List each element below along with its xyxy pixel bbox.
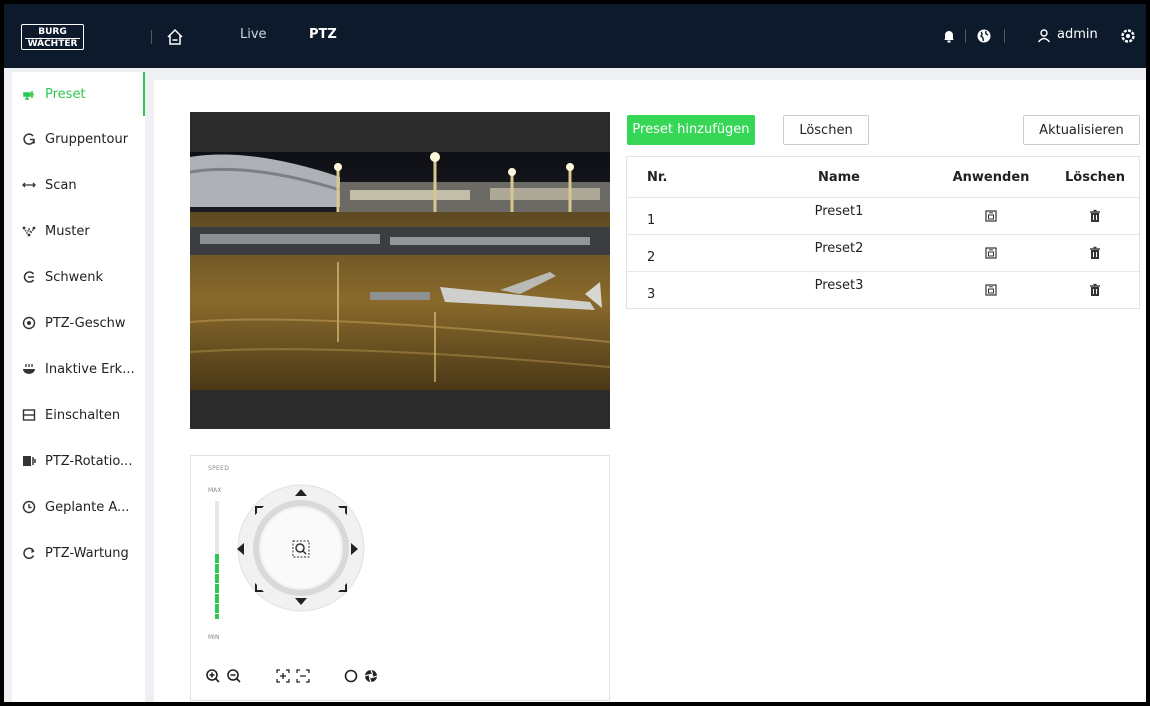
- focus-far-icon[interactable]: [295, 668, 311, 684]
- sidebar-item-schwenk[interactable]: Schwenk: [12, 254, 145, 300]
- preset-icon: [23, 91, 34, 100]
- divider: [1004, 29, 1005, 43]
- delete-preset-icon[interactable]: [1088, 283, 1102, 297]
- bell-icon[interactable]: [941, 28, 957, 44]
- speed-slider-fill: [215, 554, 219, 619]
- table-row[interactable]: 2 Preset2: [627, 234, 1139, 271]
- pan-right-icon[interactable]: [349, 541, 361, 557]
- zoom-in-icon[interactable]: [205, 668, 221, 684]
- sidebar-item-label: Gruppentour: [45, 131, 129, 147]
- sidebar-item-einschalten[interactable]: Einschalten: [12, 392, 145, 438]
- refresh-button[interactable]: Aktualisieren: [1023, 115, 1140, 145]
- ptz-control-panel: SPEED MAX MIN: [190, 455, 610, 701]
- rotation-icon: [23, 456, 36, 466]
- pan-left-icon[interactable]: [234, 541, 246, 557]
- focus-near-icon[interactable]: [275, 668, 291, 684]
- camera-image: [190, 112, 610, 429]
- sidebar-item-ptz-wartung[interactable]: PTZ-Wartung: [12, 530, 145, 576]
- scan-icon: [22, 182, 36, 188]
- sidebar-item-label: Einschalten: [45, 407, 121, 423]
- add-preset-button[interactable]: Preset hinzufügen: [627, 115, 755, 145]
- pattern-icon: [22, 226, 36, 237]
- iris-open-icon[interactable]: [343, 668, 359, 684]
- sidebar-item-label: Scan: [45, 177, 77, 193]
- pan-down-icon[interactable]: [293, 596, 309, 608]
- sidebar-item-ptz-geschw[interactable]: PTZ-Geschw: [12, 300, 145, 346]
- tour-icon: [23, 133, 35, 145]
- pan-down-right-icon[interactable]: [335, 580, 349, 594]
- sidebar-item-geplante-a[interactable]: Geplante A...: [12, 484, 145, 530]
- speed-max-label: MAX: [208, 487, 222, 494]
- user-icon[interactable]: [1036, 28, 1052, 44]
- speed-icon: [22, 316, 36, 330]
- main-panel: SPEED MAX MIN Preset hinzufügen Löschen …: [154, 80, 1146, 702]
- sidebar-item-ptz-rotation[interactable]: PTZ-Rotatio...: [12, 438, 145, 484]
- column-header-delete: Löschen: [1065, 169, 1125, 185]
- row-nr: 1: [647, 212, 656, 228]
- apply-preset-icon[interactable]: [984, 283, 998, 297]
- delete-button[interactable]: Löschen: [783, 115, 869, 145]
- sidebar-item-inaktive-erk[interactable]: Inaktive Erk...: [12, 346, 145, 392]
- home-icon[interactable]: [166, 28, 184, 46]
- idle-icon: [23, 364, 35, 374]
- pan-up-icon[interactable]: [293, 486, 309, 498]
- sidebar-item-label: PTZ-Wartung: [45, 545, 129, 561]
- nav-ptz[interactable]: PTZ: [309, 27, 337, 42]
- column-header-name: Name: [817, 169, 860, 185]
- sidebar-item-gruppentour[interactable]: Gruppentour: [12, 116, 145, 162]
- table-row[interactable]: 1 Preset1: [627, 197, 1139, 234]
- row-name: Preset1: [814, 203, 864, 219]
- table-row[interactable]: 3 Preset3: [627, 271, 1139, 308]
- burg-waechter-logo: BURG WÄCHTER: [21, 24, 84, 50]
- row-nr: 3: [647, 286, 656, 302]
- ptz-center-zoom-icon[interactable]: [291, 539, 311, 559]
- app-frame: BURG WÄCHTER Live PTZ admin Preset Grupp…: [4, 4, 1146, 702]
- table-header: Nr. Name Anwenden Löschen: [627, 157, 1139, 197]
- logo-bottom-text: WÄCHTER: [25, 38, 80, 50]
- row-nr: 2: [647, 249, 656, 265]
- sidebar-item-label: Preset: [45, 86, 86, 102]
- pan-up-right-icon[interactable]: [335, 504, 349, 518]
- username[interactable]: admin: [1057, 27, 1098, 42]
- divider: [965, 29, 966, 43]
- iris-close-icon[interactable]: [363, 668, 379, 684]
- camera-live-view[interactable]: [190, 112, 610, 429]
- sidebar-item-label: PTZ-Rotatio...: [45, 453, 133, 469]
- pan-up-left-icon[interactable]: [253, 504, 267, 518]
- sidebar-item-label: PTZ-Geschw: [45, 315, 126, 331]
- zoom-out-icon[interactable]: [226, 668, 242, 684]
- speed-label: SPEED: [208, 465, 230, 472]
- sidebar-item-label: Inaktive Erk...: [45, 361, 135, 377]
- delete-preset-icon[interactable]: [1088, 209, 1102, 223]
- apply-preset-icon[interactable]: [984, 209, 998, 223]
- sidebar-item-scan[interactable]: Scan: [12, 162, 145, 208]
- preset-table: Nr. Name Anwenden Löschen 1 Preset1 2 Pr…: [626, 156, 1140, 309]
- delete-preset-icon[interactable]: [1088, 246, 1102, 260]
- logo-top-text: BURG: [38, 27, 67, 37]
- apply-preset-icon[interactable]: [984, 246, 998, 260]
- speed-min-label: MIN: [208, 634, 220, 641]
- sidebar-item-label: Geplante A...: [45, 499, 130, 515]
- sidebar-item-label: Muster: [45, 223, 90, 239]
- globe-icon[interactable]: [976, 28, 992, 44]
- row-name: Preset3: [814, 277, 864, 293]
- clock-icon: [22, 500, 36, 514]
- sidebar: Preset Gruppentour Scan Muster Schwenk P…: [12, 72, 145, 702]
- pan-icon: [23, 271, 35, 283]
- sidebar-item-label: Schwenk: [45, 269, 104, 285]
- maintenance-icon: [23, 547, 35, 559]
- sidebar-item-muster[interactable]: Muster: [12, 208, 145, 254]
- top-bar: BURG WÄCHTER Live PTZ admin: [4, 4, 1146, 68]
- divider: [151, 30, 152, 44]
- speed-slider[interactable]: [215, 501, 219, 619]
- column-header-apply: Anwenden: [952, 169, 1030, 185]
- row-name: Preset2: [814, 240, 864, 256]
- nav-live[interactable]: Live: [240, 27, 267, 42]
- column-header-nr: Nr.: [647, 169, 668, 185]
- pan-down-left-icon[interactable]: [253, 580, 267, 594]
- sidebar-item-preset[interactable]: Preset: [12, 72, 145, 116]
- power-up-icon: [22, 409, 36, 421]
- gear-icon[interactable]: [1120, 28, 1136, 44]
